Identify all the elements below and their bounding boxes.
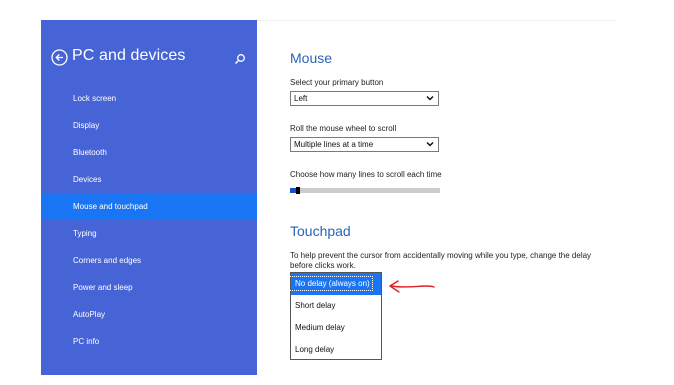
primary-button-select[interactable]: Left: [290, 91, 439, 106]
sidebar-item-label: Power and sleep: [73, 283, 133, 292]
sidebar-item-label: Corners and edges: [73, 256, 142, 265]
sidebar-item-pc-info[interactable]: PC info: [41, 328, 257, 355]
mouse-heading: Mouse: [290, 50, 333, 66]
sidebar-item-autoplay[interactable]: AutoPlay: [41, 301, 257, 328]
primary-button-label: Select your primary button: [290, 78, 384, 87]
annotation-arrow-icon: [389, 280, 435, 293]
sidebar-item-power-and-sleep[interactable]: Power and sleep: [41, 274, 257, 301]
delay-option-long[interactable]: Long delay: [291, 339, 381, 361]
sidebar-title: PC and devices: [72, 47, 186, 64]
lines-slider[interactable]: [290, 187, 440, 194]
sidebar-item-mouse-and-touchpad[interactable]: Mouse and touchpad: [41, 193, 257, 220]
delay-dropdown-list[interactable]: No delay (always on) Short delay Medium …: [288, 272, 382, 361]
sidebar-item-bluetooth[interactable]: Bluetooth: [41, 139, 257, 166]
sidebar-item-label: Typing: [73, 229, 97, 238]
sidebar-item-label: Mouse and touchpad: [73, 202, 148, 211]
delay-option-short[interactable]: Short delay: [291, 295, 381, 317]
sidebar-item-label: Lock screen: [73, 94, 117, 103]
touchpad-description: To help prevent the cursor from accident…: [290, 251, 592, 270]
lines-label: Choose how many lines to scroll each tim…: [290, 170, 442, 179]
primary-button-value: Left: [294, 94, 308, 103]
delay-option-medium[interactable]: Medium delay: [291, 317, 381, 339]
sidebar-item-typing[interactable]: Typing: [41, 220, 257, 247]
scroll-value: Multiple lines at a time: [294, 140, 374, 149]
sidebar: PC and devices Lock screen Display Bluet…: [41, 20, 257, 375]
chevron-down-icon: [426, 141, 434, 147]
chevron-down-icon: [426, 95, 434, 101]
sidebar-item-display[interactable]: Display: [41, 112, 257, 139]
top-divider: [257, 20, 617, 21]
sidebar-item-lock-screen[interactable]: Lock screen: [41, 85, 257, 112]
sidebar-item-label: PC info: [73, 337, 100, 346]
sidebar-item-devices[interactable]: Devices: [41, 166, 257, 193]
sidebar-item-label: Bluetooth: [73, 148, 107, 157]
sidebar-item-label: Display: [73, 121, 100, 130]
sidebar-item-label: AutoPlay: [73, 310, 106, 319]
back-arrow-icon[interactable]: [51, 49, 68, 66]
sidebar-item-corners-and-edges[interactable]: Corners and edges: [41, 247, 257, 274]
touchpad-heading: Touchpad: [290, 223, 351, 239]
delay-option-no-delay[interactable]: No delay (always on): [288, 273, 381, 295]
scroll-select[interactable]: Multiple lines at a time: [290, 137, 439, 152]
lines-slider-thumb[interactable]: [296, 187, 300, 194]
scroll-label: Roll the mouse wheel to scroll: [290, 124, 397, 133]
sidebar-header: PC and devices: [41, 47, 257, 71]
search-icon[interactable]: [234, 53, 246, 65]
sidebar-item-label: Devices: [73, 175, 102, 184]
